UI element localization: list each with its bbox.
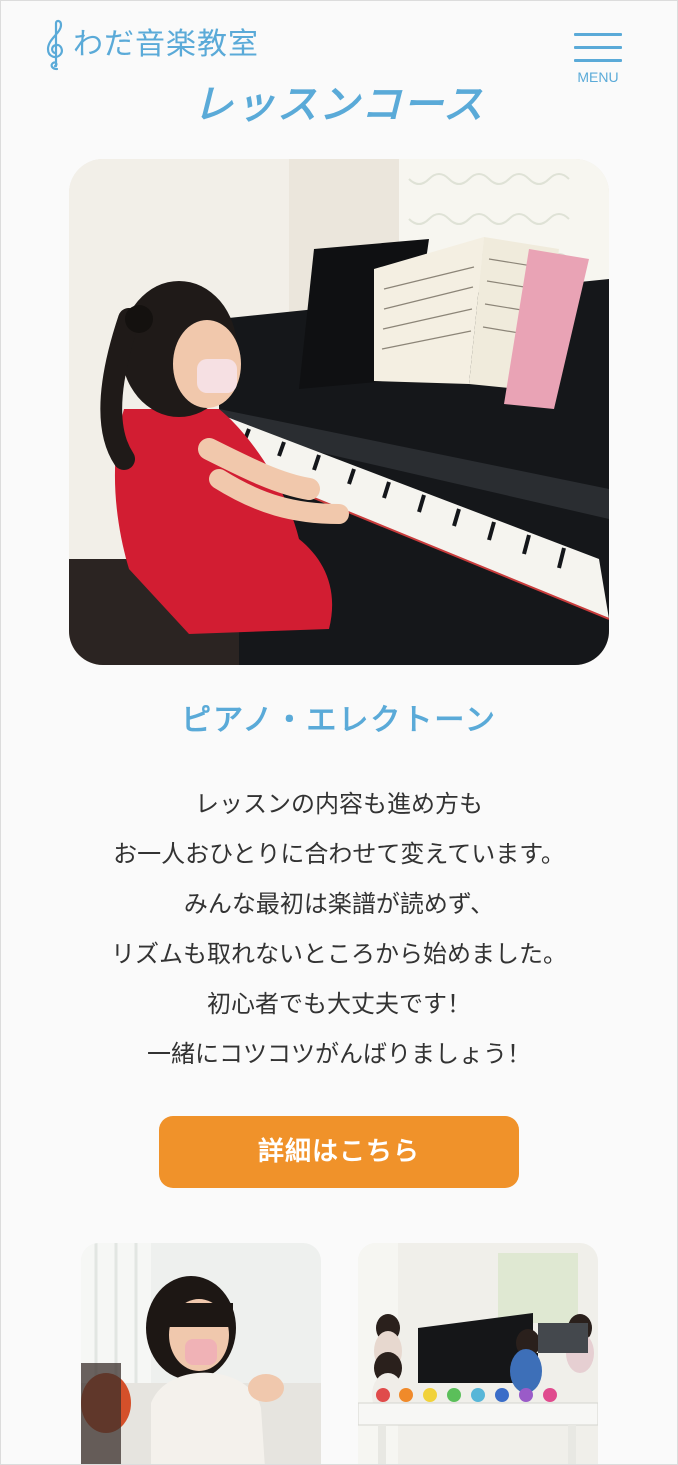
- hamburger-icon: [574, 33, 622, 36]
- child-rhythm-photo[interactable]: [81, 1243, 321, 1465]
- group-handbell-photo[interactable]: [358, 1243, 598, 1465]
- site-logo[interactable]: わだ音楽教室: [43, 19, 259, 71]
- hamburger-icon-line-2: [574, 46, 622, 49]
- description-line: レッスンの内容も進め方も: [195, 790, 483, 818]
- hamburger-icon-line-3: [574, 59, 622, 62]
- logo-text: わだ音楽教室: [73, 27, 259, 62]
- description-line: 一緒にコツコツがんばりましょう！: [147, 1040, 531, 1068]
- course-description: レッスンの内容も進め方も お一人おひとりに合わせて変えています。 みんな最初は楽…: [1, 779, 677, 1079]
- piano-lesson-photo: [69, 159, 609, 665]
- description-line: 初心者でも大丈夫です！: [207, 990, 471, 1018]
- treble-clef-icon: [46, 19, 63, 71]
- details-button[interactable]: 詳細はこちら: [159, 1116, 519, 1188]
- section-title: レッスンコース: [193, 82, 485, 128]
- description-line: リズムも取れないところから始めました。: [111, 940, 567, 968]
- course-title: ピアノ・エレクトーン: [181, 703, 497, 738]
- page: わだ音楽教室 MENU レッスンコース ピアノ・エレクトーン レッスンの内容も進…: [0, 0, 678, 1465]
- description-line: お一人おひとりに合わせて変えています。: [113, 840, 565, 868]
- site-header: わだ音楽教室 MENU: [1, 1, 677, 87]
- description-line: みんな最初は楽譜が読めず、: [183, 890, 495, 918]
